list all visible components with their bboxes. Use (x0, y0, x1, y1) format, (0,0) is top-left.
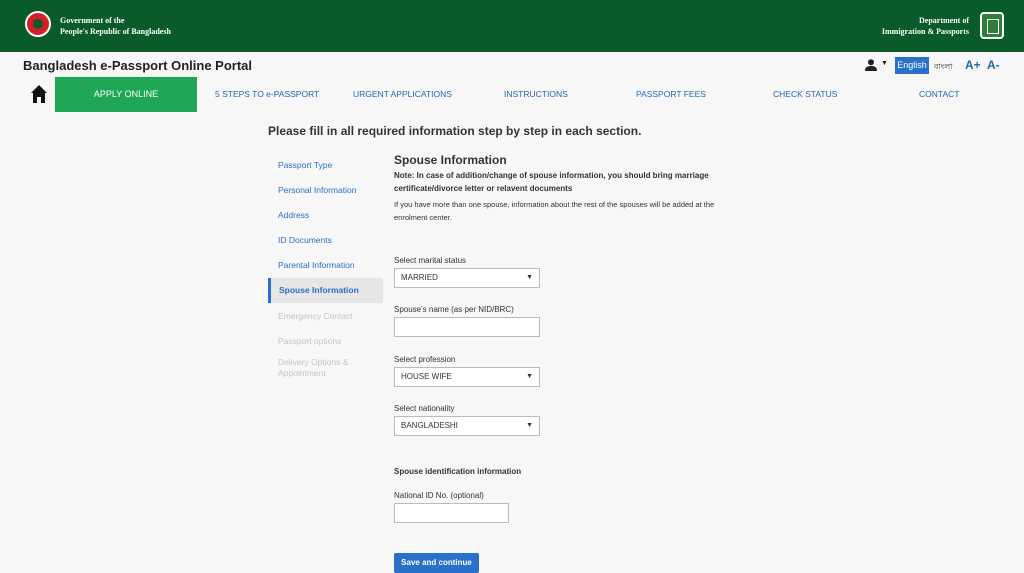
page-heading: Please fill in all required information … (268, 124, 642, 138)
marital-status-select[interactable]: MARRIED ▼ (394, 268, 540, 288)
department-name: Department of Immigration & Passports (882, 15, 969, 37)
nav-check-status[interactable]: CHECK STATUS (773, 89, 837, 99)
profession-select[interactable]: HOUSE WIFE ▼ (394, 367, 540, 387)
sidebar-item-label: Spouse Information (279, 285, 359, 295)
nav-contact[interactable]: CONTACT (919, 89, 959, 99)
chevron-down-icon: ▼ (526, 274, 533, 281)
nav-urgent-applications[interactable]: URGENT APPLICATIONS (353, 89, 452, 99)
national-id-label: National ID No. (optional) (394, 491, 484, 500)
nationality-label: Select nationality (394, 404, 455, 413)
marital-status-label: Select marital status (394, 256, 467, 265)
info-line-2: enrolment center. (394, 213, 452, 222)
home-icon[interactable] (31, 85, 47, 103)
spouse-name-label: Spouse's name (as per NID/BRC) (394, 305, 514, 314)
sidebar-item-passport-type[interactable]: Passport Type (278, 160, 332, 170)
government-emblem-icon (25, 11, 51, 37)
language-english-button[interactable]: English (895, 57, 929, 74)
spouse-identification-heading: Spouse identification information (394, 467, 522, 476)
sidebar-item-id-documents[interactable]: ID Documents (278, 235, 332, 245)
sidebar-item-passport-options: Passport options (278, 336, 342, 346)
profession-label: Select profession (394, 355, 456, 364)
spouse-name-input[interactable] (394, 317, 540, 337)
user-icon[interactable] (865, 59, 877, 71)
nationality-select[interactable]: BANGLADESHI ▼ (394, 416, 540, 436)
portal-bar: Bangladesh e-Passport Online Portal ▼ En… (0, 52, 1024, 77)
nav-apply-online[interactable]: APPLY ONLINE (55, 77, 197, 112)
gov-line-2: People's Republic of Bangladesh (60, 27, 171, 36)
dept-line-1: Department of (919, 16, 969, 25)
sidebar-item-emergency-contact: Emergency Contact (278, 311, 353, 321)
chevron-down-icon[interactable]: ▼ (881, 60, 888, 67)
sidebar-item-appointment: Appointment (278, 368, 326, 378)
sidebar-item-personal-information[interactable]: Personal Information (278, 185, 356, 195)
save-and-continue-button[interactable]: Save and continue (394, 553, 479, 573)
font-increase-button[interactable]: A+ (965, 58, 981, 72)
profession-value: HOUSE WIFE (401, 372, 452, 381)
font-decrease-button[interactable]: A- (987, 58, 1000, 72)
note-line-2: certificate/divorce letter or relavent d… (394, 184, 573, 193)
nav-passport-fees[interactable]: PASSPORT FEES (636, 89, 706, 99)
gov-line-1: Government of the (60, 16, 125, 25)
chevron-down-icon: ▼ (526, 422, 533, 429)
national-id-input[interactable] (394, 503, 509, 523)
nationality-value: BANGLADESHI (401, 421, 458, 430)
main-navigation: APPLY ONLINE 5 STEPS TO e-PASSPORT URGEN… (0, 77, 1024, 112)
chevron-down-icon: ▼ (526, 373, 533, 380)
nav-instructions[interactable]: INSTRUCTIONS (504, 89, 568, 99)
spouse-note: Note: In case of addition/change of spou… (394, 169, 724, 195)
portal-title: Bangladesh e-Passport Online Portal (23, 58, 252, 73)
sidebar-item-spouse-information[interactable]: Spouse Information (268, 278, 383, 303)
info-line-1: If you have more than one spouse, inform… (394, 200, 715, 209)
note-line-1: Note: In case of addition/change of spou… (394, 171, 709, 180)
language-bangla-button[interactable]: বাংলা (934, 61, 953, 74)
sidebar-item-address[interactable]: Address (278, 210, 309, 220)
nav-5-steps[interactable]: 5 STEPS TO e-PASSPORT (215, 89, 319, 99)
sidebar-item-parental-information[interactable]: Parental Information (278, 260, 355, 270)
government-name: Government of the People's Republic of B… (60, 15, 171, 37)
spouse-info-text: If you have more than one spouse, inform… (394, 198, 739, 224)
dept-line-2: Immigration & Passports (881, 27, 969, 36)
passport-logo-icon (980, 12, 1004, 39)
section-title: Spouse Information (394, 153, 507, 167)
sidebar-item-delivery-options: Delivery Options & (278, 357, 349, 367)
government-header: Government of the People's Republic of B… (0, 0, 1024, 52)
marital-status-value: MARRIED (401, 273, 438, 282)
